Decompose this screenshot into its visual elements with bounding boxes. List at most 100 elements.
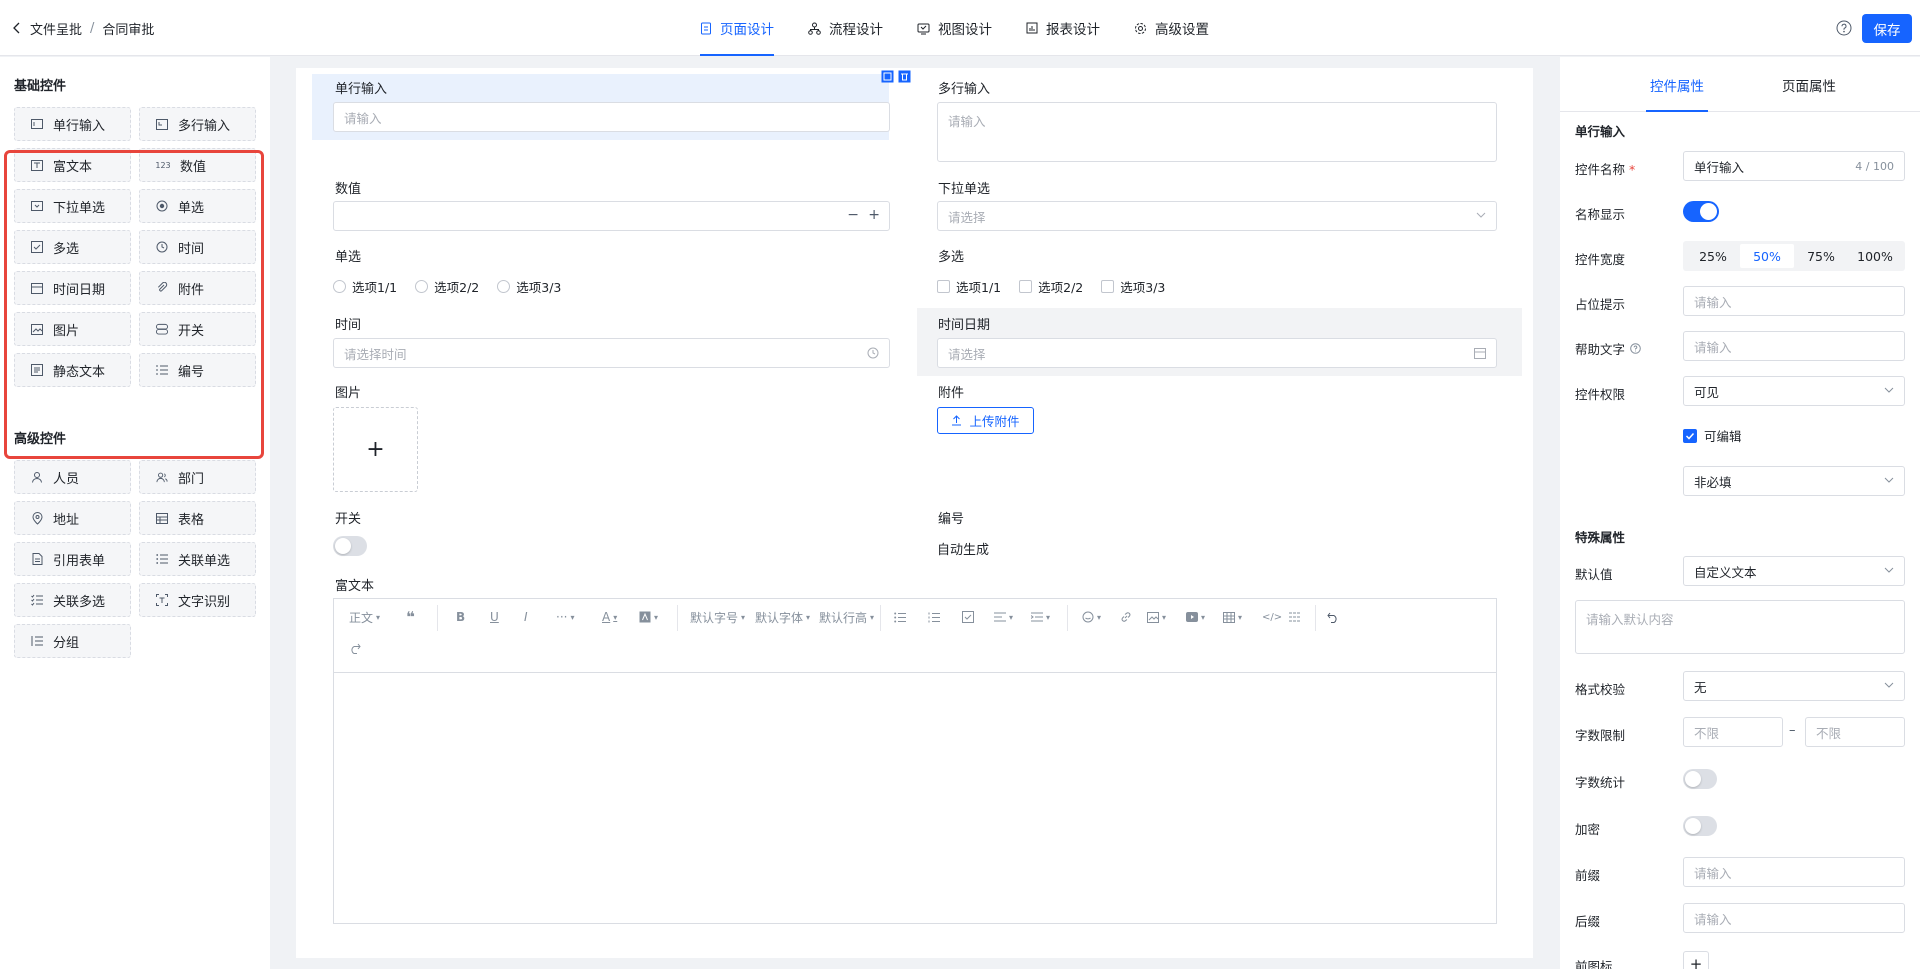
image-upload[interactable]: + — [333, 407, 418, 492]
datetime-placeholder: 请选择 — [948, 346, 986, 362]
switch-toggle[interactable] — [333, 536, 367, 556]
italic-icon[interactable]: I — [524, 608, 528, 626]
control-ocr[interactable]: 文字识别 — [139, 583, 256, 617]
width-option-25[interactable]: 25% — [1686, 244, 1740, 268]
control-department[interactable]: 部门 — [139, 460, 256, 494]
width-option-100[interactable]: 100% — [1848, 244, 1902, 268]
default-value-select[interactable]: 自定义文本 — [1683, 556, 1905, 586]
tab-report-design[interactable]: 报表设计 — [1026, 0, 1100, 56]
number-increment[interactable]: + — [868, 207, 880, 223]
char-limit-max[interactable]: 不限 — [1805, 717, 1905, 747]
table-insert-icon[interactable]: ▾ — [1223, 608, 1242, 626]
insert-image-icon[interactable]: ▾ — [1147, 608, 1166, 626]
width-option-50[interactable]: 50% — [1740, 244, 1794, 268]
link-icon[interactable] — [1120, 608, 1132, 626]
help-text-input[interactable]: 请输入 — [1683, 331, 1905, 361]
width-option-75[interactable]: 75% — [1794, 244, 1848, 268]
control-group[interactable]: 分组 — [14, 624, 131, 658]
radio-option[interactable]: 选项1/1 — [333, 277, 397, 296]
upload-label: 上传附件 — [969, 414, 1020, 429]
control-linked-multi[interactable]: 关联多选 — [14, 583, 131, 617]
checkbox-option[interactable]: 选项3/3 — [1101, 277, 1165, 296]
word-count-switch[interactable] — [1683, 769, 1717, 789]
required-select[interactable]: 非必填 — [1683, 466, 1905, 496]
chevron-down-icon — [1884, 682, 1894, 689]
breadcrumb-current: 合同审批 — [102, 22, 155, 38]
control-address[interactable]: 地址 — [14, 501, 131, 535]
delete-icon[interactable] — [898, 70, 911, 83]
control-name-input[interactable]: 单行输入 4 / 100 — [1683, 151, 1905, 181]
divider-line-icon[interactable] — [1289, 608, 1301, 626]
copy-icon[interactable] — [881, 70, 894, 83]
editor-content-area[interactable] — [334, 673, 1496, 923]
control-person[interactable]: 人员 — [14, 460, 131, 494]
control-multi-line[interactable]: 多行输入 — [139, 107, 256, 141]
number-input[interactable]: − + — [333, 201, 890, 231]
show-name-switch[interactable] — [1683, 201, 1719, 222]
question-icon[interactable] — [1630, 343, 1641, 354]
char-limit-min[interactable]: 不限 — [1683, 717, 1783, 747]
control-reference-form[interactable]: 引用表单 — [14, 542, 131, 576]
breadcrumb-parent[interactable]: 文件呈批 — [30, 19, 82, 38]
todo-list-icon[interactable] — [962, 608, 974, 626]
tab-page-design[interactable]: 页面设计 — [700, 0, 774, 56]
emoji-icon[interactable]: ▾ — [1082, 608, 1101, 626]
checkbox-option[interactable]: 选项1/1 — [937, 277, 1001, 296]
user-icon — [31, 471, 43, 483]
upload-attachment-button[interactable]: 上传附件 — [937, 407, 1034, 434]
tab-control-properties[interactable]: 控件属性 — [1646, 57, 1708, 112]
placeholder-input[interactable]: 请输入 — [1683, 286, 1905, 316]
align-dropdown[interactable]: ▾ — [994, 608, 1013, 626]
video-icon[interactable]: ▾ — [1186, 608, 1205, 626]
multi-line-input[interactable]: 请输入 — [937, 102, 1497, 162]
font-family-dropdown[interactable]: 默认字体 ▾ — [755, 608, 810, 626]
font-size-label: 默认字号 — [690, 610, 739, 625]
permission-select[interactable]: 可见 — [1683, 376, 1905, 406]
time-picker[interactable]: 请选择时间 — [333, 338, 890, 368]
default-value-textarea[interactable]: 请输入默认内容 — [1575, 600, 1905, 654]
more-label: ··· — [556, 610, 568, 624]
control-table[interactable]: 表格 — [139, 501, 256, 535]
dropdown-select[interactable]: 请选择 — [937, 201, 1497, 231]
line-height-dropdown[interactable]: 默认行高 ▾ — [819, 608, 874, 626]
radio-option[interactable]: 选项2/2 — [415, 277, 479, 296]
redo-icon[interactable] — [349, 639, 361, 657]
control-linked-single[interactable]: 关联单选 — [139, 542, 256, 576]
numbered-list-icon[interactable] — [928, 608, 940, 626]
single-line-input[interactable]: 请输入 — [333, 102, 890, 132]
placeholder-label: 占位提示 — [1575, 297, 1626, 312]
help-icon[interactable] — [1835, 19, 1853, 37]
document-icon — [31, 553, 43, 565]
code-icon[interactable]: </> — [1262, 608, 1282, 626]
tab-view-design[interactable]: 视图设计 — [917, 0, 992, 56]
font-family-label: 默认字体 — [755, 610, 804, 625]
encrypt-switch[interactable] — [1683, 816, 1717, 836]
font-color-icon[interactable]: A ▾ — [602, 608, 617, 626]
font-size-dropdown[interactable]: 默认字号 ▾ — [690, 608, 745, 626]
number-decrement[interactable]: − — [847, 207, 859, 223]
suffix-input[interactable]: 请输入 — [1683, 903, 1905, 933]
bullet-list-icon[interactable] — [894, 608, 906, 626]
indent-dropdown[interactable]: ▾ — [1031, 608, 1050, 626]
add-prefix-icon-button[interactable]: + — [1683, 951, 1709, 969]
chevron-left-icon[interactable] — [12, 22, 22, 34]
tab-advanced-settings[interactable]: 高级设置 — [1134, 0, 1209, 56]
datetime-picker[interactable]: 请选择 — [937, 338, 1497, 368]
checkbox-option[interactable]: 选项2/2 — [1019, 277, 1083, 296]
tab-flow-design[interactable]: 流程设计 — [808, 0, 883, 56]
editable-checkbox[interactable]: 可编辑 — [1683, 426, 1742, 445]
quote-icon[interactable]: ❝ — [406, 608, 415, 626]
serial-label: 编号 — [938, 512, 965, 527]
underline-icon[interactable]: U — [490, 608, 499, 626]
save-button[interactable]: 保存 — [1862, 14, 1912, 43]
more-format-dropdown[interactable]: ··· ▾ — [556, 608, 574, 626]
format-check-select[interactable]: 无 — [1683, 671, 1905, 701]
bold-icon[interactable]: B — [456, 608, 465, 626]
radio-option[interactable]: 选项3/3 — [497, 277, 561, 296]
tab-page-properties[interactable]: 页面属性 — [1782, 57, 1836, 112]
paragraph-dropdown[interactable]: 正文 ▾ — [349, 608, 380, 626]
undo-icon[interactable] — [1327, 608, 1339, 626]
highlight-color-icon[interactable]: ▾ — [639, 608, 658, 626]
prefix-input[interactable]: 请输入 — [1683, 857, 1905, 887]
control-single-line[interactable]: 单行输入 — [14, 107, 131, 141]
